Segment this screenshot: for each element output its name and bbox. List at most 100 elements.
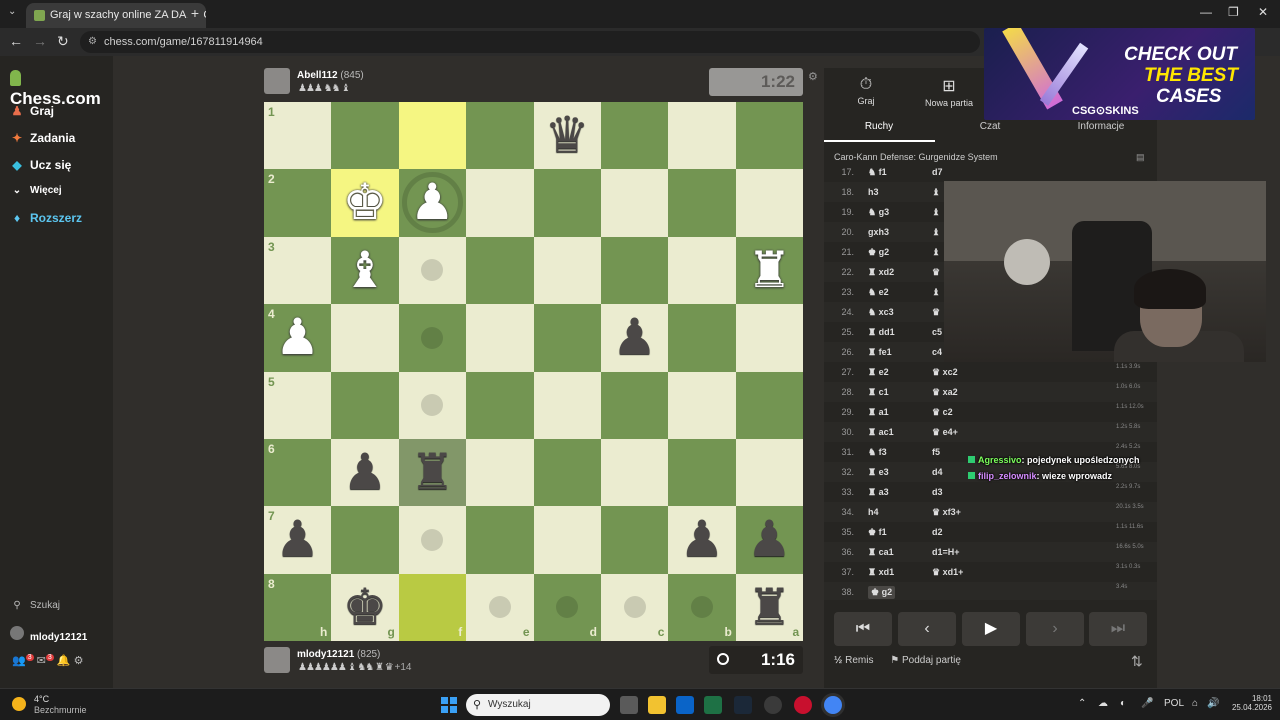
tray-app-icon[interactable]: ☁ (1098, 698, 1108, 709)
friends-icon[interactable]: 👥 (12, 655, 26, 667)
tab-new-game[interactable]: ⊞ Nowa partia (909, 76, 989, 108)
legal-move-dot[interactable] (421, 529, 444, 552)
tab-play[interactable]: ⏱ Graj (826, 76, 906, 106)
board-square[interactable]: 4 ♟ (264, 304, 332, 372)
previous-move-button[interactable]: ‹ (898, 612, 956, 646)
board-square[interactable] (398, 236, 467, 305)
network-icon[interactable]: ⌂ (1192, 698, 1198, 709)
white-move[interactable]: ♜ a1 (868, 407, 889, 418)
board-square[interactable]: d (533, 573, 601, 642)
white-move[interactable]: ♜ c1 (868, 387, 889, 398)
new-tab-button[interactable]: + (186, 4, 204, 22)
board-square[interactable] (668, 102, 736, 170)
last-move-button[interactable]: ⏭ (1089, 612, 1147, 646)
black-move[interactable]: d2 (932, 527, 943, 537)
tray-expand-icon[interactable]: ⌃ (1078, 698, 1086, 709)
white-move[interactable]: h4 (868, 507, 879, 517)
subtab-info[interactable]: Informacje (1046, 121, 1156, 132)
microphone-icon[interactable]: 🎤 (1141, 698, 1153, 709)
bottom-player-avatar[interactable] (264, 647, 290, 673)
black-move[interactable]: d3 (932, 487, 943, 497)
black-move[interactable]: c4 (932, 347, 942, 357)
black-pawn-piece[interactable]: ♟ (331, 439, 398, 506)
taskbar-clock[interactable]: 18:01 25.04.2026 (1224, 694, 1272, 712)
board-square[interactable] (735, 371, 804, 439)
board-square[interactable] (331, 304, 399, 372)
white-move[interactable]: ♜ xd2 (868, 267, 894, 278)
legal-move-dot[interactable] (691, 596, 714, 619)
white-move[interactable]: ♞ xc3 (868, 307, 894, 318)
black-move[interactable]: ♛ xa2 (932, 387, 958, 398)
board-square[interactable]: 8h (264, 573, 332, 642)
board-square[interactable] (331, 102, 399, 170)
back-icon[interactable]: ← (9, 33, 23, 49)
bottom-player-name[interactable]: mlody12121 (825) (297, 649, 380, 660)
board-square[interactable] (466, 169, 534, 237)
board-square[interactable]: ♟ (735, 506, 804, 574)
board-square[interactable] (668, 371, 736, 439)
black-move[interactable]: d1=H+ (932, 547, 960, 557)
sidebar-item-puzzles[interactable]: ✦ Zadania (10, 131, 75, 145)
white-move[interactable]: gxh3 (868, 227, 889, 237)
white-king-piece[interactable]: ♚ (331, 169, 398, 236)
board-square[interactable] (735, 439, 804, 507)
board-square[interactable] (533, 506, 601, 574)
board-square[interactable] (601, 506, 669, 574)
sidebar-item-learn[interactable]: ◆ Ucz się (10, 158, 71, 172)
white-move[interactable]: ♚ g2 (868, 247, 889, 258)
white-move[interactable]: ♜ dd1 (868, 327, 895, 338)
chesscom-logo[interactable]: Chess.com (10, 69, 113, 109)
board-square[interactable] (601, 102, 669, 170)
board-square[interactable] (668, 169, 736, 237)
board-square[interactable] (398, 506, 467, 574)
board-square[interactable]: 2 (264, 169, 332, 237)
legal-move-dot[interactable] (421, 394, 444, 417)
sidebar-item-upgrade[interactable]: ♦ Rozszerz (10, 211, 82, 225)
board-square[interactable] (668, 304, 736, 372)
steam-icon[interactable] (734, 696, 752, 714)
address-bar[interactable]: ⚙ chess.com/game/167811914964 (80, 31, 980, 53)
board-square[interactable] (466, 439, 534, 507)
black-rook-piece[interactable]: ♜ (736, 574, 803, 641)
next-move-button[interactable]: ▶ (962, 612, 1020, 646)
white-move[interactable]: ♞ g3 (868, 207, 889, 218)
chrome-icon[interactable] (824, 696, 842, 714)
board-square[interactable] (533, 439, 601, 507)
board-square[interactable]: ♟ (331, 439, 399, 507)
minimize-icon[interactable]: — (1200, 5, 1212, 19)
white-move[interactable]: ♜ a3 (868, 487, 889, 498)
black-move[interactable]: ♛ e4+ (932, 427, 958, 438)
white-move[interactable]: ♜ xd1 (868, 567, 894, 578)
board-square[interactable] (398, 371, 467, 439)
black-move[interactable]: f5 (932, 447, 940, 457)
board-square[interactable]: 1 (264, 102, 332, 170)
volume-icon[interactable]: 🔊 (1207, 698, 1219, 709)
top-player-name[interactable]: Abell112 (845) (297, 70, 364, 81)
white-pawn-piece[interactable]: ♟ (264, 304, 331, 371)
board-square[interactable]: ♟ (668, 506, 736, 574)
board-square[interactable] (735, 169, 804, 237)
board-square[interactable]: ♜ (398, 439, 467, 507)
opera-icon[interactable] (794, 696, 812, 714)
board-square[interactable] (735, 304, 804, 372)
white-bishop-piece[interactable]: ♝ (331, 237, 398, 304)
black-king-piece[interactable]: ♚ (331, 574, 398, 641)
board-square[interactable] (398, 304, 467, 372)
black-pawn-piece[interactable]: ♟ (601, 304, 668, 371)
draw-button[interactable]: ½ Remis (834, 655, 873, 666)
board-square[interactable]: ♝ (331, 236, 399, 305)
board-square[interactable] (533, 304, 601, 372)
flip-board-icon[interactable]: ⇅ (1131, 653, 1143, 670)
board-square[interactable] (735, 102, 804, 170)
white-move[interactable]: ♞ f1 (868, 168, 887, 178)
board-square[interactable] (601, 169, 669, 237)
file-explorer-icon[interactable] (648, 696, 666, 714)
forward-icon[interactable]: → (33, 33, 47, 49)
board-square[interactable]: e (466, 573, 534, 642)
top-player-avatar[interactable] (264, 68, 290, 94)
board-square[interactable] (466, 102, 534, 170)
board-square[interactable]: b (668, 573, 736, 642)
board-square[interactable] (466, 236, 534, 305)
white-move[interactable]: ♜ ac1 (868, 427, 894, 438)
white-rook-piece[interactable]: ♜ (736, 237, 803, 304)
